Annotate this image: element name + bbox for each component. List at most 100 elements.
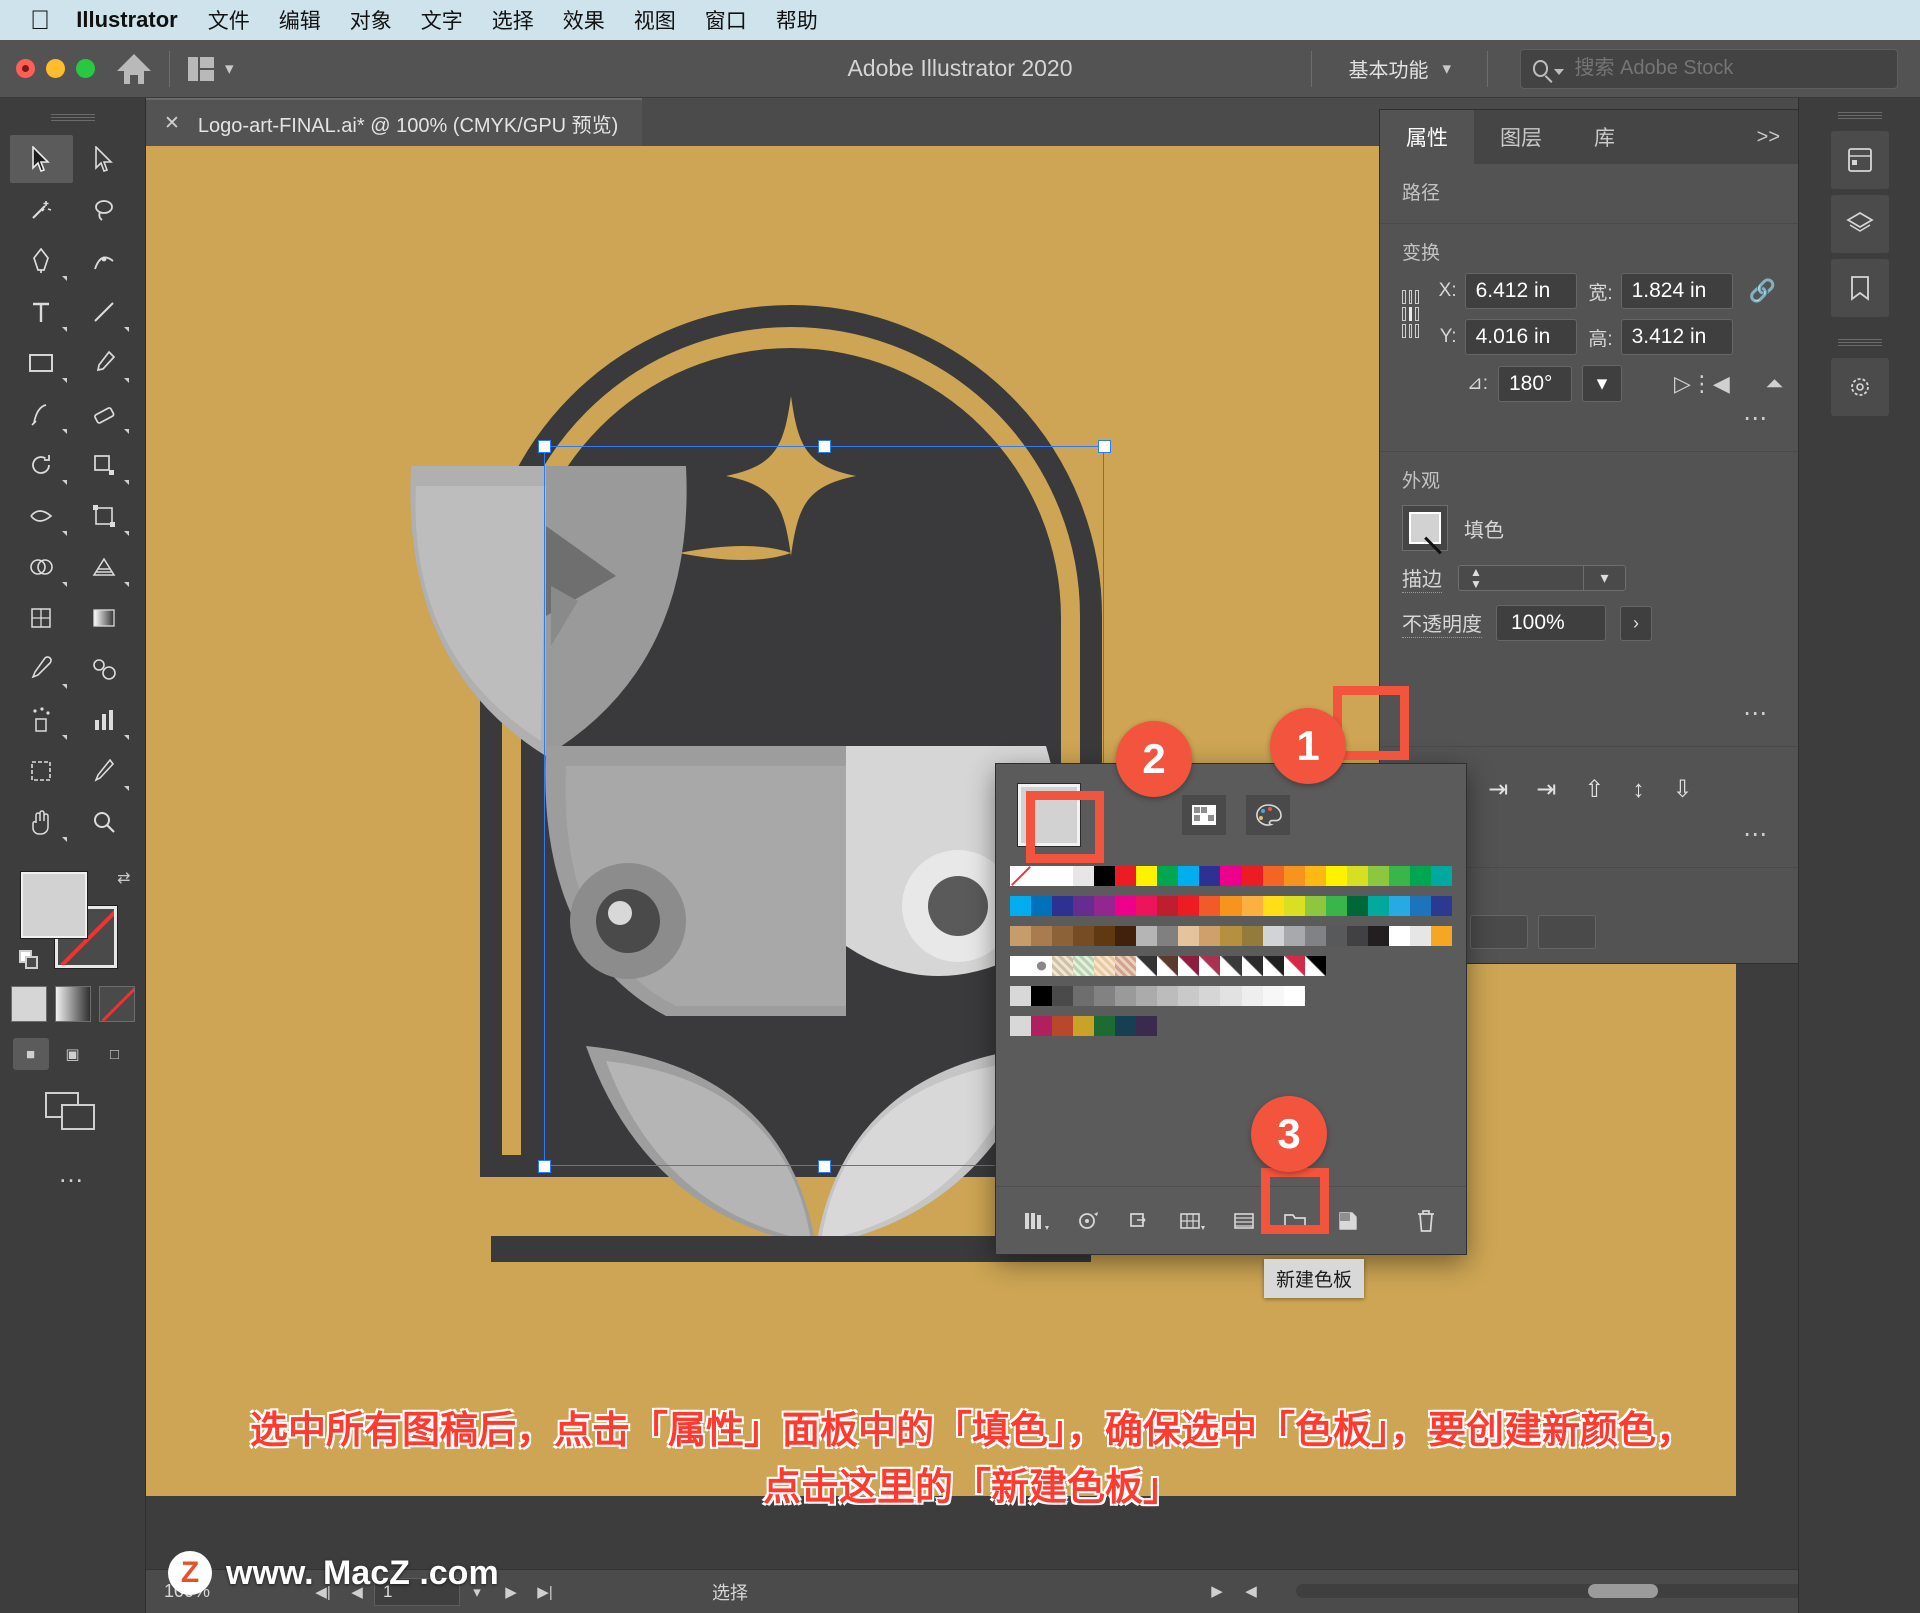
swatch-color[interactable]	[1304, 896, 1326, 916]
swatch-color[interactable]	[1409, 866, 1431, 886]
document-setup-icon[interactable]	[1830, 131, 1889, 189]
swatch-color[interactable]	[1052, 926, 1074, 946]
menu-item-help[interactable]: 帮助	[776, 5, 818, 35]
swatch-color[interactable]	[1388, 926, 1410, 946]
swatch-color[interactable]	[1199, 896, 1221, 916]
swatch-color[interactable]	[1115, 986, 1137, 1006]
gradient-mode-button[interactable]	[54, 986, 91, 1022]
swatch-color[interactable]	[1325, 926, 1347, 946]
align-top-icon[interactable]: ⇧	[1584, 775, 1604, 804]
swatch-color[interactable]	[1325, 866, 1347, 886]
swatch-color[interactable]	[1283, 986, 1305, 1006]
selection-handle[interactable]	[818, 440, 831, 453]
panel-grip[interactable]	[50, 114, 95, 123]
menu-item-type[interactable]: 文字	[421, 5, 463, 35]
swatch-color[interactable]	[1367, 866, 1389, 886]
align-bottom-icon[interactable]: ⇩	[1672, 775, 1692, 804]
opacity-options-icon[interactable]: ›	[1620, 605, 1652, 641]
menu-item-object[interactable]: 对象	[350, 5, 392, 35]
next-artboard-icon[interactable]: ▶	[494, 1583, 528, 1601]
swatch-color[interactable]	[1367, 926, 1389, 946]
swatch-color[interactable]	[1157, 896, 1179, 916]
appearance-more-options-icon[interactable]: ⋯	[1402, 697, 1776, 736]
swatch-color[interactable]	[1430, 926, 1452, 946]
swatch-color[interactable]	[1304, 926, 1326, 946]
swatch-color[interactable]	[1178, 866, 1200, 886]
stroke-stepper-icon[interactable]: ▲ ▼	[1459, 566, 1493, 590]
pathfinder-intersect-icon[interactable]	[1538, 915, 1596, 949]
swatch-grid-row-1[interactable]	[1010, 866, 1452, 886]
swatch-color[interactable]	[1388, 896, 1410, 916]
angle-field[interactable]: 180°	[1498, 365, 1572, 402]
swatch-options-icon[interactable]	[1166, 1198, 1218, 1244]
swatch-color[interactable]	[1136, 866, 1158, 886]
direct-selection-tool[interactable]	[73, 135, 136, 183]
dock-grip[interactable]	[1837, 112, 1882, 121]
swatch-color[interactable]	[1136, 1016, 1158, 1036]
layers-icon[interactable]	[1830, 195, 1889, 253]
swatch-color[interactable]	[1052, 896, 1074, 916]
swatch-color[interactable]	[1430, 896, 1452, 916]
add-selected-colors-icon[interactable]	[1062, 1198, 1114, 1244]
swatch-pattern[interactable]	[1304, 956, 1326, 976]
swatch-pattern[interactable]	[1241, 956, 1263, 976]
fill-color-swatch[interactable]	[1402, 505, 1448, 551]
arrange-documents-button[interactable]: ▾	[188, 56, 234, 81]
swatch-color[interactable]	[1283, 926, 1305, 946]
blend-tool[interactable]	[73, 645, 136, 693]
swatch-color[interactable]	[1157, 986, 1179, 1006]
swatch-color[interactable]	[1367, 896, 1389, 916]
selection-handle[interactable]	[818, 1160, 831, 1173]
link-broken-icon[interactable]: 🔗	[1749, 278, 1776, 304]
swatch-pattern[interactable]	[1073, 956, 1095, 976]
rotate-tool[interactable]	[10, 441, 73, 489]
perspective-grid-tool[interactable]	[73, 543, 136, 591]
swatch-pattern[interactable]	[1178, 956, 1200, 976]
swatch-color[interactable]	[1241, 986, 1263, 1006]
stroke-dropdown-icon[interactable]: ▾	[1583, 566, 1625, 590]
swatch-color[interactable]	[1157, 926, 1179, 946]
stroke-weight-field[interactable]: ▲ ▼ ▾	[1458, 565, 1626, 591]
swatch-pattern[interactable]	[1031, 956, 1053, 976]
swatch-pattern[interactable]	[1094, 956, 1116, 976]
swatch-registration[interactable]	[1031, 866, 1053, 886]
adobe-stock-search[interactable]	[1520, 48, 1898, 89]
swatch-color[interactable]	[1010, 926, 1032, 946]
color-mode-button[interactable]	[10, 986, 47, 1022]
swatch-color[interactable]	[1178, 896, 1200, 916]
swatch-color[interactable]	[1262, 866, 1284, 886]
swatch-color[interactable]	[1241, 896, 1263, 916]
none-mode-button[interactable]	[98, 986, 135, 1022]
dock-grip[interactable]	[1837, 339, 1882, 348]
symbol-sprayer-tool[interactable]	[10, 696, 73, 744]
swatch-color[interactable]	[1178, 986, 1200, 1006]
gradient-tool[interactable]	[73, 594, 136, 642]
swatch-color[interactable]	[1262, 896, 1284, 916]
eraser-tool[interactable]	[73, 390, 136, 438]
x-field[interactable]: 6.412 in	[1464, 273, 1577, 309]
swatch-color[interactable]	[1136, 926, 1158, 946]
fill-color-swatch[interactable]	[20, 872, 87, 938]
swatch-color[interactable]	[1283, 896, 1305, 916]
swatch-color[interactable]	[1241, 866, 1263, 886]
swatch-pattern[interactable]	[1115, 956, 1137, 976]
show-swatch-kinds-menu-icon[interactable]	[1114, 1198, 1166, 1244]
swatch-pattern[interactable]	[1136, 956, 1158, 976]
transform-more-options-icon[interactable]: ⋯	[1402, 402, 1776, 441]
swatch-light[interactable]	[1073, 866, 1095, 886]
color-mixer-icon[interactable]	[1246, 795, 1290, 835]
gear-icon[interactable]	[1830, 358, 1889, 416]
swatch-grid-row-3[interactable]	[1010, 926, 1452, 946]
magic-wand-tool[interactable]	[10, 186, 73, 234]
tab-properties[interactable]: 属性	[1380, 110, 1474, 164]
swatch-color[interactable]	[1052, 1016, 1074, 1036]
edit-toolbar-button[interactable]: …	[0, 1158, 145, 1189]
tab-libraries[interactable]: 库	[1568, 110, 1641, 164]
workspace-switcher[interactable]: 基本功能 ▾	[1330, 54, 1469, 83]
color-group-folder-icon[interactable]	[1010, 986, 1032, 1006]
swatch-black[interactable]	[1094, 866, 1116, 886]
scrollbar-track[interactable]	[1296, 1584, 1858, 1598]
swatch-color[interactable]	[1073, 986, 1095, 1006]
swatch-color[interactable]	[1094, 986, 1116, 1006]
apple-logo-icon[interactable]: 	[30, 6, 50, 34]
